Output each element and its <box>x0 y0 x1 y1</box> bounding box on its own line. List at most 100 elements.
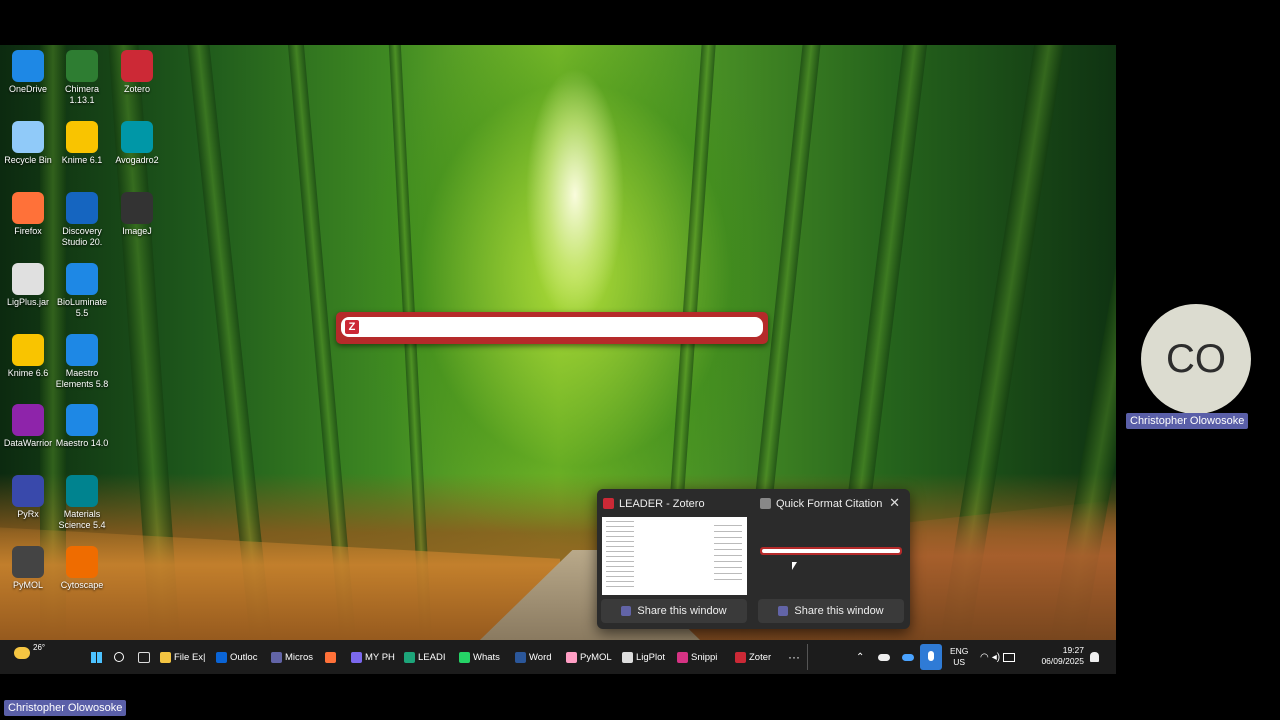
citation-search-input[interactable]: Z <box>341 317 763 337</box>
taskbar-app-label: Snippi <box>691 651 718 663</box>
desktop-icon[interactable]: Maestro Elements 5.8 <box>54 334 110 390</box>
desktop-icon[interactable]: PyMOL <box>0 546 56 591</box>
desktop-icon[interactable]: Knime 6.1 <box>54 121 110 166</box>
taskbar-app-label: Outloc <box>230 651 258 663</box>
taskbar: 26° File Ex| Outloc Micros MY PH LEADI Whats W… <box>0 640 1116 674</box>
desktop-icon-label: ImageJ <box>122 226 152 236</box>
share-window-button[interactable]: Share this window <box>601 599 747 623</box>
thumbnail-title: LEADER - Zotero <box>619 498 705 510</box>
language-indicator[interactable]: ENG US <box>950 646 968 668</box>
desktop-icon-label: BioLuminate 5.5 <box>56 297 108 318</box>
desktop-icon[interactable]: Zotero <box>109 50 165 95</box>
zotero-icon[interactable]: Z <box>345 320 359 334</box>
materials-science-icon <box>66 475 98 507</box>
thumbnail-leader-zotero[interactable]: LEADER - Zotero Share this window <box>597 489 749 629</box>
app-icon <box>271 651 282 663</box>
taskbar-app[interactable]: File Ex| <box>160 648 206 666</box>
more-apps-button[interactable]: ··· <box>788 648 800 666</box>
clock-time: 19:27 <box>1062 645 1084 655</box>
desktop-icon[interactable]: Avogadro2 <box>109 121 165 166</box>
window-preview[interactable] <box>602 517 747 595</box>
language-label: ENG <box>950 646 969 656</box>
desktop-icon-label: Avogadro2 <box>115 155 159 165</box>
wifi-icon: ◠ <box>980 651 989 663</box>
desktop-icon[interactable]: PyRx <box>0 475 56 520</box>
avatar-initials: CO <box>1166 336 1226 381</box>
app-icon <box>515 651 526 663</box>
taskbar-app-label: PyMOL <box>580 651 612 663</box>
desktop-icon[interactable]: Chimera 1.13.1 <box>54 50 110 106</box>
network-volume-battery[interactable]: ◠ ◂) <box>980 648 1016 666</box>
zotero-icon <box>121 50 153 82</box>
self-name-tag: Christopher Olowosoke <box>4 700 127 716</box>
desktop-icon[interactable]: Maestro 14.0 <box>54 404 110 449</box>
firefox-icon <box>12 192 44 224</box>
window-preview[interactable] <box>760 547 902 555</box>
knime-icon <box>12 334 44 366</box>
discovery-studio-icon <box>66 192 98 224</box>
desktop-icon[interactable]: LigPlus.jar <box>0 263 56 308</box>
datawarrior-icon <box>12 404 44 436</box>
mouse-cursor-icon <box>792 562 797 570</box>
desktop-icon[interactable]: DataWarrior <box>0 404 56 449</box>
share-label: Share this window <box>637 605 727 617</box>
taskbar-app[interactable]: Outloc <box>216 648 257 666</box>
desktop-icon[interactable]: BioLuminate 5.5 <box>54 263 110 319</box>
taskbar-app[interactable]: Snippi <box>677 648 717 666</box>
chevron-up-icon: ⌃ <box>856 651 865 663</box>
app-icon <box>459 651 470 663</box>
desktop-icon-label: Firefox <box>14 226 42 236</box>
share-label: Share this window <box>794 605 884 617</box>
taskbar-app-label: Word <box>529 651 552 663</box>
taskbar-app[interactable]: MY PH <box>351 648 395 666</box>
desktop-icon[interactable]: Materials Science 5.4 <box>54 475 110 531</box>
task-view-button[interactable] <box>138 648 150 666</box>
pyrx-icon <box>12 475 44 507</box>
start-button[interactable] <box>91 648 102 666</box>
taskbar-app[interactable]: Micros <box>271 648 313 666</box>
desktop-icon[interactable]: OneDrive <box>0 50 56 95</box>
bioluminate-icon <box>66 263 98 295</box>
microphone-button[interactable] <box>920 644 942 670</box>
weather-icon <box>14 647 30 659</box>
app-icon <box>735 651 746 663</box>
onedrive-icon <box>902 653 914 661</box>
notifications-button[interactable] <box>1090 648 1099 666</box>
taskbar-app-label: LigPlot <box>636 651 666 663</box>
weather-widget[interactable]: 26° <box>14 643 45 662</box>
taskbar-app[interactable]: PyMOL <box>566 648 612 666</box>
cytoscape-icon <box>66 546 98 578</box>
desktop-icon-label: Chimera 1.13.1 <box>64 84 99 105</box>
zotero-icon <box>603 498 614 509</box>
close-icon[interactable]: ✕ <box>889 495 900 511</box>
java-icon <box>12 263 44 295</box>
teams-icon <box>621 606 632 616</box>
knime-icon <box>66 121 98 153</box>
desktop-icon[interactable]: ImageJ <box>109 192 165 237</box>
zotero-quick-format-bar[interactable]: Z <box>336 312 768 344</box>
desktop-icon[interactable]: Cytoscape <box>54 546 110 591</box>
desktop-icon[interactable]: Recycle Bin <box>0 121 56 166</box>
taskbar-app-label: Whats <box>473 651 500 663</box>
maestro-icon <box>66 404 98 436</box>
thumbnail-quick-format-citation[interactable]: Quick Format Citation ✕ Share this windo… <box>754 489 906 629</box>
share-window-button[interactable]: Share this window <box>758 599 904 623</box>
taskbar-app[interactable]: Whats <box>459 648 500 666</box>
show-hidden-icons-button[interactable]: ⌃ <box>856 648 864 666</box>
taskbar-app[interactable]: LEADI <box>404 648 445 666</box>
desktop-icon[interactable]: Discovery Studio 20. <box>54 192 110 248</box>
app-icon <box>404 651 415 663</box>
onedrive-tray-icon[interactable] <box>902 648 914 666</box>
search-button[interactable] <box>114 648 124 666</box>
clock[interactable]: 19:27 06/09/2025 <box>1034 645 1084 667</box>
taskbar-app[interactable]: Word <box>515 648 552 666</box>
desktop-icon[interactable]: Firefox <box>0 192 56 237</box>
battery-icon <box>1003 652 1016 662</box>
cloud-tray-icon[interactable] <box>878 648 890 666</box>
imagej-icon <box>121 192 153 224</box>
taskbar-app[interactable] <box>325 648 339 666</box>
teams-icon <box>778 606 789 616</box>
desktop-icon[interactable]: Knime 6.6 <box>0 334 56 379</box>
taskbar-app[interactable]: Zoter <box>735 648 771 666</box>
taskbar-app[interactable]: LigPlot <box>622 648 665 666</box>
